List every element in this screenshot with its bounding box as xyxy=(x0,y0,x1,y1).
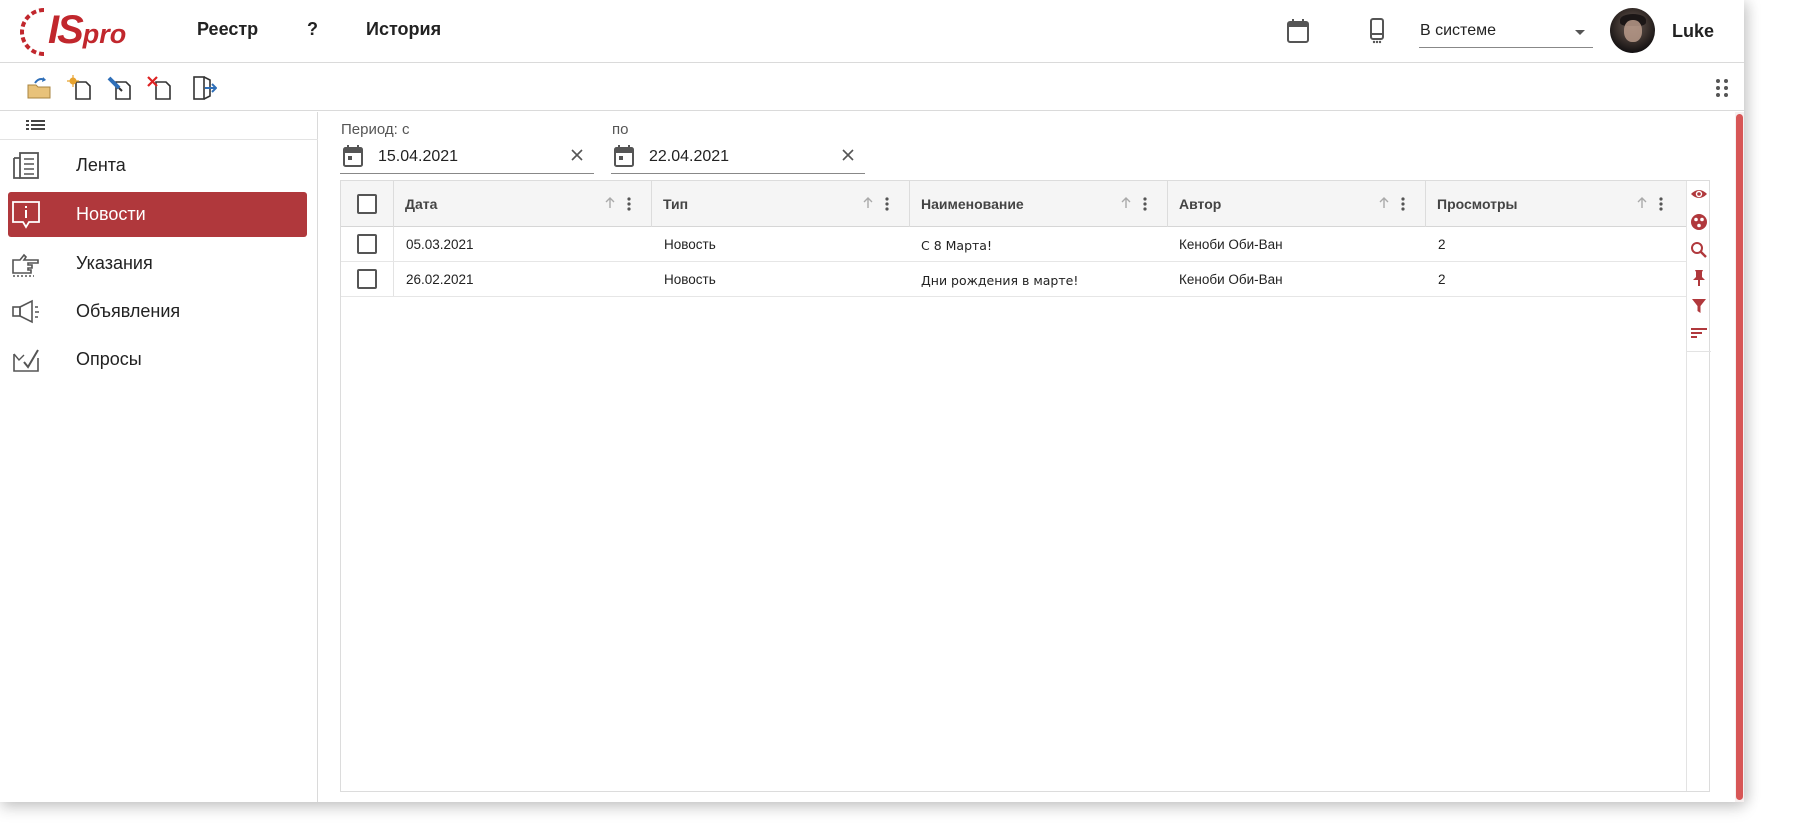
date-to-field[interactable] xyxy=(611,142,865,174)
cell-title: Дни рождения в марте! xyxy=(921,273,1079,288)
sort-arrow-up-icon[interactable] xyxy=(1635,195,1649,211)
sidebar-item-label: Новости xyxy=(76,204,146,224)
filter-icon[interactable] xyxy=(1690,297,1708,315)
calendar-icon[interactable] xyxy=(1283,16,1313,46)
column-header-date[interactable]: Дата xyxy=(393,181,651,227)
sort-arrow-up-icon[interactable] xyxy=(603,195,617,211)
column-header-author[interactable]: Автор xyxy=(1167,181,1425,227)
column-menu-icon[interactable] xyxy=(883,195,891,213)
row-checkbox[interactable] xyxy=(357,234,377,254)
column-menu-icon[interactable] xyxy=(1399,195,1407,213)
date-to-input[interactable] xyxy=(649,145,829,169)
app-window: ISpro Реестр ? История В системе Luke Ле… xyxy=(0,0,1744,802)
sidebar-item-label: Опросы xyxy=(76,349,142,369)
create-document-icon[interactable] xyxy=(65,73,95,103)
column-title[interactable]: Автор xyxy=(1179,196,1221,212)
cell-date: 26.02.2021 xyxy=(406,272,474,287)
avatar[interactable] xyxy=(1610,8,1655,53)
search-icon[interactable] xyxy=(1690,241,1708,259)
cell-type: Новость xyxy=(664,272,716,287)
menu-registry[interactable]: Реестр xyxy=(197,19,258,40)
close-icon[interactable] xyxy=(570,148,584,162)
column-header-views[interactable]: Просмотры xyxy=(1425,181,1683,227)
column-title[interactable]: Наименование xyxy=(921,196,1024,212)
pin-icon[interactable] xyxy=(1690,269,1708,287)
delete-document-icon[interactable] xyxy=(145,73,175,103)
column-title[interactable]: Дата xyxy=(405,196,437,212)
sidebar-item-label: Лента xyxy=(76,155,126,175)
survey-icon xyxy=(10,344,42,376)
period-from-label: Период: с xyxy=(341,121,410,138)
mobile-phone-icon[interactable] xyxy=(1362,16,1392,46)
row-checkbox[interactable] xyxy=(357,269,377,289)
sidebar-item-feed[interactable]: Лента xyxy=(8,143,307,188)
period-to-label: по xyxy=(612,121,629,138)
table-row[interactable]: 05.03.2021 Новость С 8 Марта! Кеноби Оби… xyxy=(341,227,1686,262)
calendar-icon[interactable] xyxy=(342,144,364,168)
scrollbar-thumb[interactable] xyxy=(1736,114,1743,800)
eye-icon[interactable] xyxy=(1690,185,1708,203)
vertical-scrollbar[interactable] xyxy=(1735,112,1744,802)
cell-views: 2 xyxy=(1438,237,1446,252)
edit-document-icon[interactable] xyxy=(105,73,135,103)
date-from-field[interactable] xyxy=(340,142,594,174)
menu-help[interactable]: ? xyxy=(307,19,318,40)
column-menu-icon[interactable] xyxy=(1657,195,1665,213)
sidebar-item-news[interactable]: Новости xyxy=(8,192,307,237)
table-header: Дата Тип Наименование Автор Просмотры xyxy=(341,181,1686,227)
sidebar-item-label: Указания xyxy=(76,253,153,273)
news-icon xyxy=(10,199,42,231)
exit-icon[interactable] xyxy=(188,73,218,103)
sort-arrow-up-icon[interactable] xyxy=(1377,195,1391,211)
column-menu-icon[interactable] xyxy=(1141,195,1149,213)
menu-history[interactable]: История xyxy=(366,19,441,40)
status-select[interactable]: В системе xyxy=(1419,18,1593,48)
cell-author: Кеноби Оби-Ван xyxy=(1179,272,1283,287)
sort-arrow-up-icon[interactable] xyxy=(861,195,875,211)
divider xyxy=(0,139,318,140)
column-header-type[interactable]: Тип xyxy=(651,181,909,227)
date-from-input[interactable] xyxy=(378,145,558,169)
column-menu-icon[interactable] xyxy=(625,195,633,213)
column-title[interactable]: Просмотры xyxy=(1437,196,1518,212)
news-table: Дата Тип Наименование Автор Просмотры 05… xyxy=(340,180,1711,792)
cell-views: 2 xyxy=(1438,272,1446,287)
toolbar xyxy=(0,64,1744,111)
table-row[interactable]: 26.02.2021 Новость Дни рождения в марте!… xyxy=(341,262,1686,297)
calendar-icon[interactable] xyxy=(613,144,635,168)
megaphone-icon xyxy=(10,296,42,328)
status-value: В системе xyxy=(1420,22,1496,39)
column-title[interactable]: Тип xyxy=(663,196,688,212)
header: ISpro Реестр ? История В системе Luke xyxy=(0,0,1744,63)
grid-tools xyxy=(1686,181,1711,791)
list-toggle-icon[interactable] xyxy=(24,115,50,137)
user-name[interactable]: Luke xyxy=(1672,21,1714,42)
columns-icon[interactable] xyxy=(1690,213,1708,231)
select-all-checkbox[interactable] xyxy=(357,194,377,214)
more-grid-icon[interactable] xyxy=(1710,76,1734,100)
sidebar-item-label: Объявления xyxy=(76,301,181,321)
sort-icon[interactable] xyxy=(1690,324,1708,342)
sidebar-item-surveys[interactable]: Опросы xyxy=(8,337,307,382)
sidebar-item-announcements[interactable]: Объявления xyxy=(8,289,307,334)
feed-icon xyxy=(10,150,42,182)
chevron-down-icon xyxy=(1575,30,1585,35)
close-icon[interactable] xyxy=(841,148,855,162)
cell-title: С 8 Марта! xyxy=(921,238,992,253)
cell-date: 05.03.2021 xyxy=(406,237,474,252)
sidebar-item-instructions[interactable]: Указания xyxy=(8,241,307,286)
cell-author: Кеноби Оби-Ван xyxy=(1179,237,1283,252)
cell-type: Новость xyxy=(664,237,716,252)
sort-arrow-up-icon[interactable] xyxy=(1119,195,1133,211)
ispro-logo[interactable]: ISpro xyxy=(14,2,126,60)
sidebar: Лента Новости Указания Объявления Опросы xyxy=(0,112,318,802)
open-folder-icon[interactable] xyxy=(24,73,54,103)
pointing-hand-icon xyxy=(10,248,42,280)
column-header-name[interactable]: Наименование xyxy=(909,181,1167,227)
